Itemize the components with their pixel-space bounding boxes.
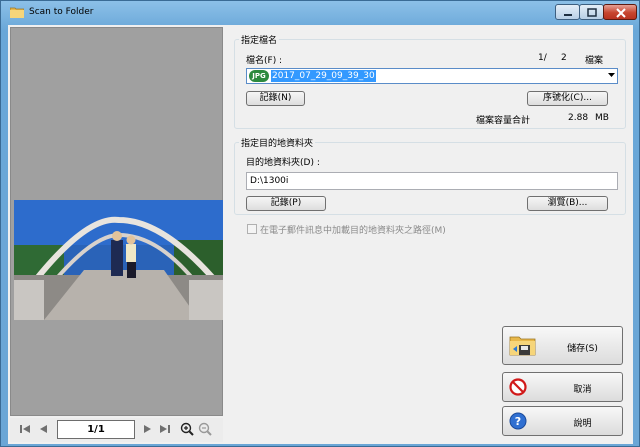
cancel-icon [509,378,527,396]
help-button[interactable]: ? 說明 [502,406,623,436]
chevron-down-icon[interactable] [608,73,615,78]
record-name-button[interactable]: 記錄(N) [246,91,305,106]
file-name-group-title: 指定檔名 [239,33,280,46]
maximize-button[interactable] [579,4,604,20]
scanned-photo-preview [14,200,223,320]
file-name-label: 檔名(F) : [246,56,283,66]
browse-button[interactable]: 瀏覽(B)... [527,196,608,211]
close-button[interactable] [603,4,637,20]
previous-page-icon[interactable] [37,422,51,436]
record-folder-button[interactable]: 記錄(P) [246,196,326,211]
email-path-checkbox[interactable] [247,224,257,234]
destination-folder-label: 目的地資料夾(D) : [246,158,320,168]
title-bar[interactable]: Scan to Folder [1,1,639,25]
help-button-label: 說明 [573,419,592,429]
total-size-label: 檔案容量合計 [476,116,531,126]
zoom-out-icon[interactable] [198,422,212,436]
preview-navigation: 1/1 [10,418,223,442]
dialog-body: 1/1 指定檔名 檔名(F) : 1/ 2 檔案 JPG 2017_07_29_… [8,25,633,444]
save-button-label: 儲存(S) [567,344,598,354]
file-name-combobox[interactable]: JPG 2017_07_29_09_39_30 [246,68,618,84]
first-page-icon[interactable] [18,422,32,436]
total-size-value: 2.88 [568,113,589,123]
page-total: 2 [561,53,567,63]
next-page-icon[interactable] [140,422,154,436]
cancel-button[interactable]: 取消 [502,372,623,402]
page-current: 1/ [538,53,547,63]
help-icon: ? [509,412,527,430]
destination-folder-group-title: 指定目的地資料夾 [239,136,316,149]
page-indicator[interactable]: 1/1 [57,420,135,439]
destination-folder-input[interactable]: D:\1300i [246,172,618,190]
cancel-button-label: 取消 [573,385,592,395]
total-size-unit: MB [595,113,609,123]
minimize-button[interactable] [555,4,580,20]
last-page-icon[interactable] [158,422,172,436]
scan-to-folder-window: Scan to Folder 1/1 指定檔名 檔名(F): 1/ 2 檔案 … [0,0,640,447]
email-path-checkbox-label: 在電子郵件訊息中加載目的地資料夾之路徑(M) [260,226,446,236]
page-unit: 檔案 [585,56,604,66]
folder-icon [9,6,25,19]
file-name-value: 2017_07_29_09_39_30 [271,70,376,82]
window-title: Scan to Folder [29,7,94,17]
serialize-button[interactable]: 序號化(C)... [527,91,608,106]
save-folder-icon [509,336,536,356]
preview-pane [10,27,223,416]
save-button[interactable]: 儲存(S) [502,326,623,365]
zoom-in-icon[interactable] [180,422,194,436]
jpg-badge-icon: JPG [249,70,269,82]
svg-text:?: ? [515,415,521,428]
